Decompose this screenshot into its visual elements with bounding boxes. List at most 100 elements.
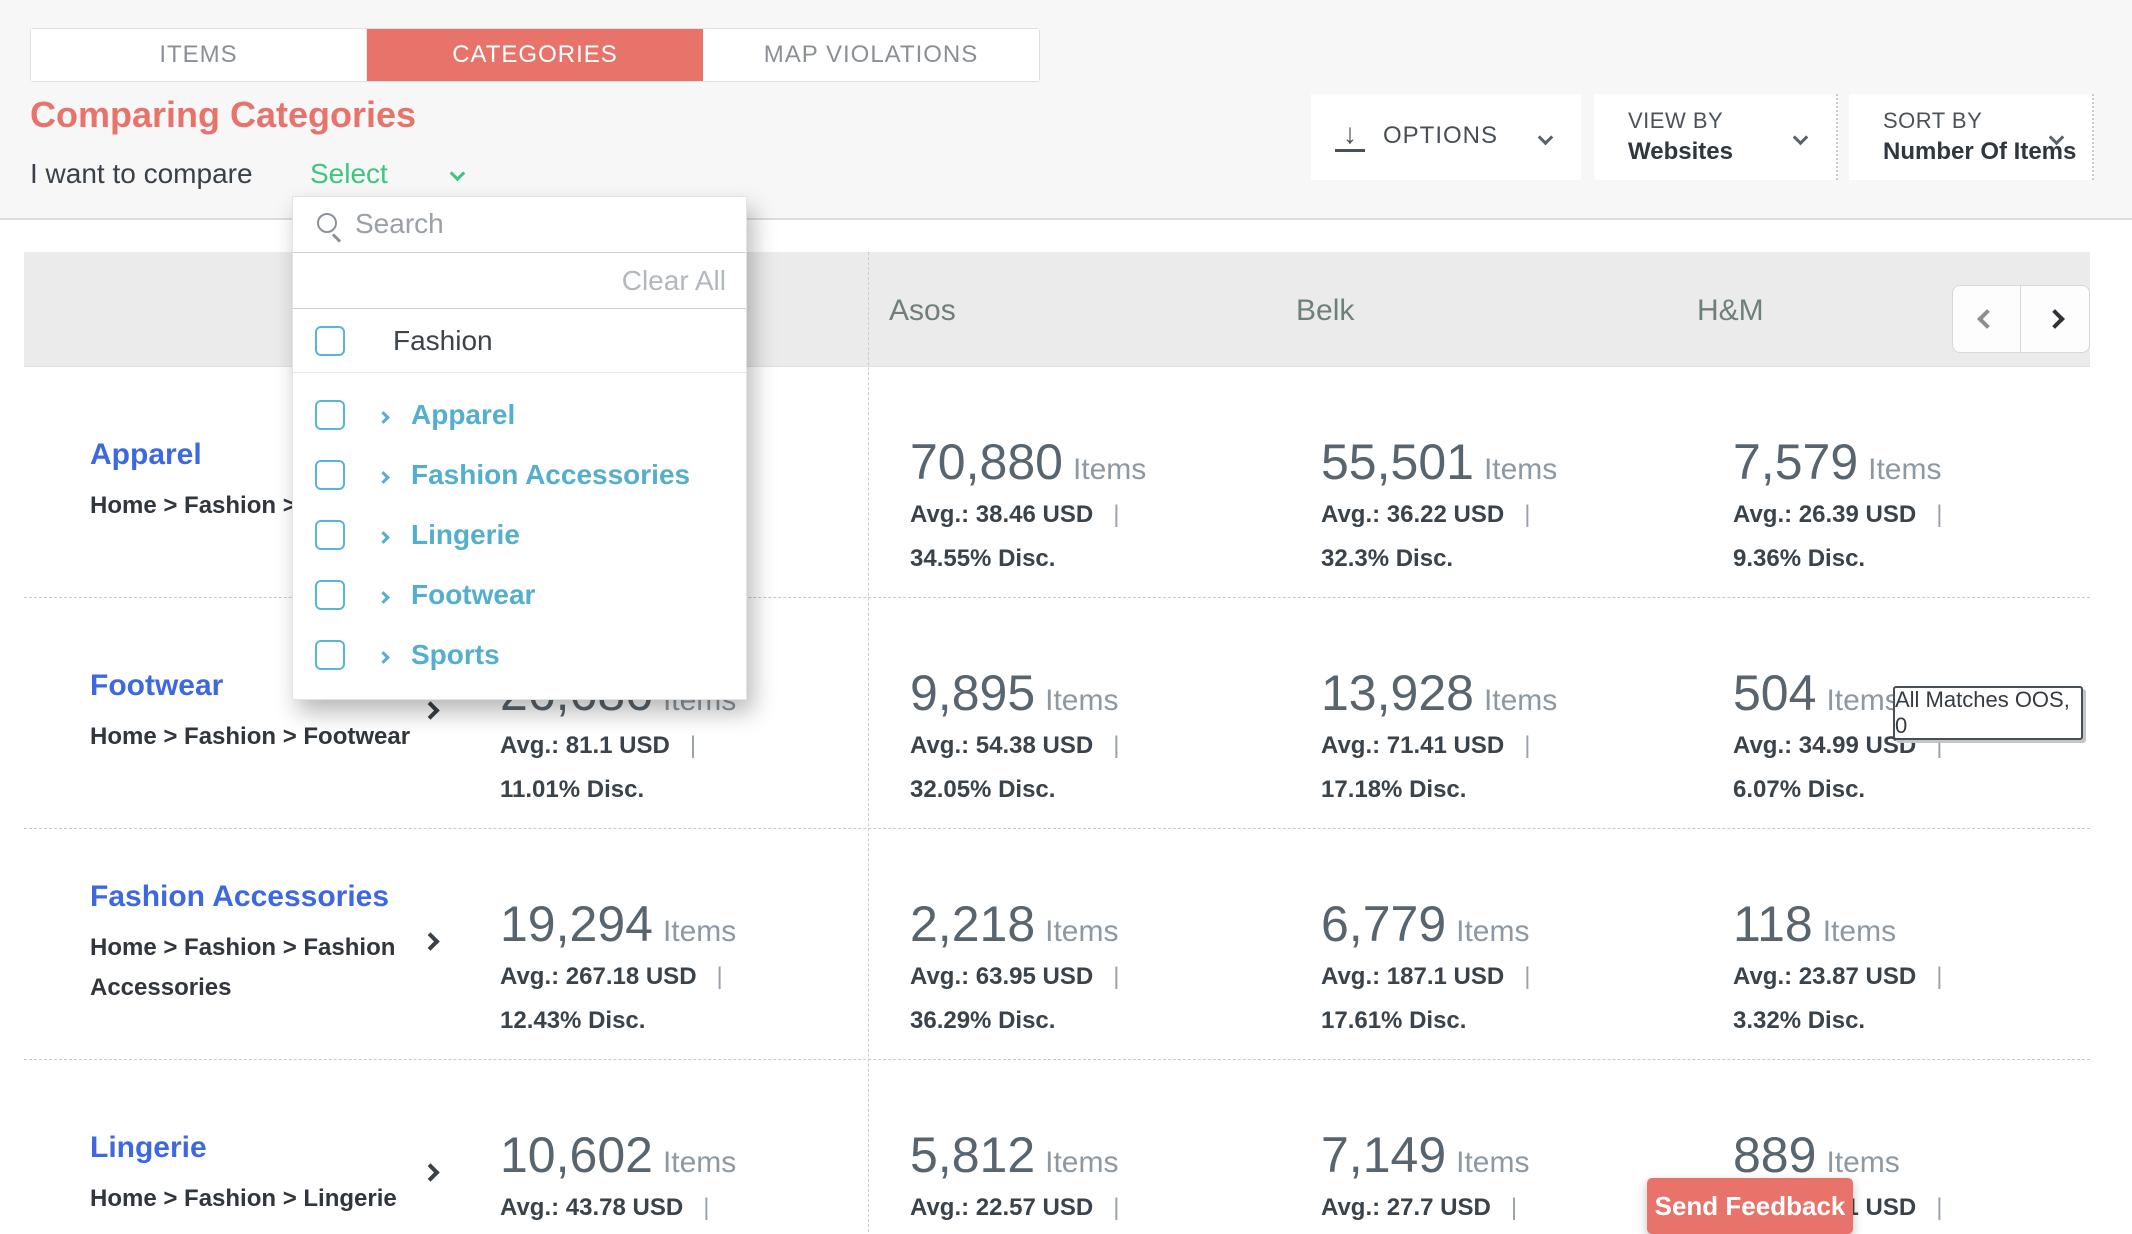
- dropdown-item-label: Apparel: [411, 399, 516, 430]
- checkbox[interactable]: [315, 520, 345, 550]
- send-feedback-button[interactable]: Send Feedback: [1647, 1178, 1853, 1234]
- next-page-button[interactable]: [2021, 286, 2089, 352]
- metric-cell: 55,501 Items Avg.: 36.22 USD | 32.3% Disc.: [1321, 367, 1721, 597]
- expand-row-button[interactable]: [421, 701, 440, 722]
- items-count: 55,501: [1321, 434, 1474, 490]
- checkbox[interactable]: [315, 400, 345, 430]
- avg-price: Avg.: 38.46 USD: [910, 501, 1094, 528]
- view-by-label: VIEW BY: [1628, 108, 1724, 133]
- table-row-fashion-accessories: Fashion Accessories Home > Fashion > Fas…: [24, 829, 2090, 1060]
- items-count: 70,880: [910, 434, 1063, 490]
- avg-price: Avg.: 71.41 USD: [1321, 732, 1505, 759]
- dropdown-item-sports[interactable]: Sports: [293, 625, 746, 685]
- dropdown-item-label: Sports: [411, 639, 500, 670]
- breadcrumb: Home > Fashion > Lingerie: [90, 1185, 397, 1212]
- separator: |: [1113, 1194, 1120, 1221]
- view-by-dropdown[interactable]: VIEW BY Websites: [1594, 94, 1838, 180]
- items-label: Items: [1045, 915, 1119, 948]
- items-count: 9,895: [910, 665, 1036, 721]
- checkbox[interactable]: [315, 460, 345, 490]
- avg-price: Avg.: 26.39 USD: [1733, 501, 1917, 528]
- dropdown-item-lingerie[interactable]: Lingerie: [293, 505, 746, 565]
- avg-price: Avg.: 267.18 USD: [500, 963, 697, 990]
- column-divider: [868, 252, 869, 1232]
- dropdown-item-label: Fashion: [393, 325, 493, 356]
- items-count: 5,812: [910, 1127, 1036, 1183]
- discount: 32.05% Disc.: [910, 776, 1056, 803]
- metric-cell: 13,928 Items Avg.: 71.41 USD | 17.18% Disc…: [1321, 598, 1721, 828]
- discount: 17.61% Disc.: [1321, 1007, 1467, 1034]
- chevron-right-icon[interactable]: [377, 589, 390, 607]
- top-section: ITEMS CATEGORIES MAP VIOLATIONS Comparin…: [0, 0, 2132, 220]
- separator: |: [1113, 732, 1120, 759]
- category-link-fashion-accessories[interactable]: Fashion Accessories: [90, 880, 430, 914]
- separator: |: [716, 963, 723, 990]
- discount: 34.55% Disc.: [910, 545, 1056, 572]
- category-link-lingerie[interactable]: Lingerie: [90, 1131, 430, 1165]
- expand-row-button[interactable]: [421, 1163, 440, 1184]
- compare-label: I want to compare: [30, 158, 253, 189]
- separator: |: [1113, 501, 1120, 528]
- items-label: Items: [1072, 453, 1147, 486]
- tab-items[interactable]: ITEMS: [31, 29, 367, 81]
- items-label: Items: [1456, 1146, 1530, 1179]
- discount: 3.32% Disc.: [1733, 1007, 1866, 1034]
- items-count: 6,779: [1321, 896, 1447, 952]
- chevron-right-icon[interactable]: [377, 529, 390, 547]
- sort-by-label: SORT BY: [1883, 108, 1983, 133]
- discount: 32.3% Disc.: [1321, 545, 1454, 572]
- chevron-right-icon[interactable]: [377, 649, 390, 667]
- dropdown-item-apparel[interactable]: Apparel: [293, 385, 746, 445]
- chevron-down-icon[interactable]: [449, 165, 466, 184]
- items-count: 889: [1733, 1127, 1817, 1183]
- search-icon: [317, 213, 337, 233]
- separator: |: [1936, 1194, 1943, 1221]
- page-title: Comparing Categories: [30, 94, 417, 135]
- checkbox[interactable]: [315, 640, 345, 670]
- dropdown-item-fashion[interactable]: Fashion: [293, 309, 746, 373]
- sort-by-dropdown[interactable]: SORT BY Number Of Items: [1849, 94, 2094, 180]
- breadcrumb: Home > Fashion > Footwear: [90, 723, 411, 750]
- metric-cell: 118 Items Avg.: 23.87 USD | 3.32% Disc.: [1733, 829, 2090, 1059]
- separator: |: [689, 732, 697, 759]
- separator: |: [703, 1194, 710, 1221]
- expand-row-button[interactable]: [421, 932, 440, 953]
- chevron-right-icon[interactable]: [377, 409, 390, 427]
- tab-categories[interactable]: CATEGORIES: [367, 29, 703, 81]
- metric-cell: 5,812Items Avg.: 22.57 USD| 33.31% Disc.: [910, 1060, 1310, 1232]
- separator: |: [1113, 963, 1120, 990]
- items-count: 7,579: [1733, 434, 1859, 490]
- avg-price: Avg.: 54.38 USD: [910, 732, 1094, 759]
- metric-cell: 10,602Items Avg.: 43.78 USD| 10.25% Disc…: [500, 1060, 900, 1232]
- chevron-right-icon: [2045, 309, 2065, 329]
- avg-price: Avg.: 27.7 USD: [1321, 1194, 1491, 1221]
- column-header-hm: H&M: [1697, 294, 1764, 327]
- separator: |: [1524, 732, 1531, 759]
- prev-page-button[interactable]: [1953, 286, 2021, 352]
- chevron-down-icon: [1537, 129, 1554, 148]
- options-label: OPTIONS: [1383, 122, 1499, 149]
- tab-map-violations[interactable]: MAP VIOLATIONS: [703, 29, 1039, 81]
- clear-all-button[interactable]: Clear All: [293, 253, 746, 309]
- dropdown-item-fashion-accessories[interactable]: Fashion Accessories: [293, 445, 746, 505]
- items-count: 19,294: [500, 896, 653, 952]
- checkbox[interactable]: [315, 580, 345, 610]
- options-button[interactable]: ↓ OPTIONS: [1311, 94, 1581, 180]
- tab-bar: ITEMS CATEGORIES MAP VIOLATIONS: [30, 28, 1040, 82]
- items-count: 504: [1733, 665, 1817, 721]
- metric-cell: 6,779 Items Avg.: 187.1 USD | 17.61% Disc.: [1321, 829, 1721, 1059]
- sort-by-value: Number Of Items: [1883, 138, 2077, 165]
- items-label: Items: [1868, 453, 1942, 486]
- chevron-right-icon[interactable]: [377, 469, 390, 487]
- avg-price: Avg.: 187.1 USD: [1321, 963, 1505, 990]
- discount: 11.01% Disc.: [500, 776, 645, 803]
- dropdown-item-label: Footwear: [411, 579, 536, 610]
- checkbox[interactable]: [315, 325, 345, 356]
- dropdown-item-label: Fashion Accessories: [411, 459, 691, 490]
- search-input[interactable]: [355, 197, 735, 251]
- items-label: Items: [1822, 915, 1897, 948]
- dropdown-item-footwear[interactable]: Footwear: [293, 565, 746, 625]
- category-cell: Lingerie Home > Fashion > Lingerie: [90, 1060, 430, 1232]
- category-select[interactable]: Select: [310, 158, 388, 190]
- avg-price: Avg.: 63.95 USD: [910, 963, 1094, 990]
